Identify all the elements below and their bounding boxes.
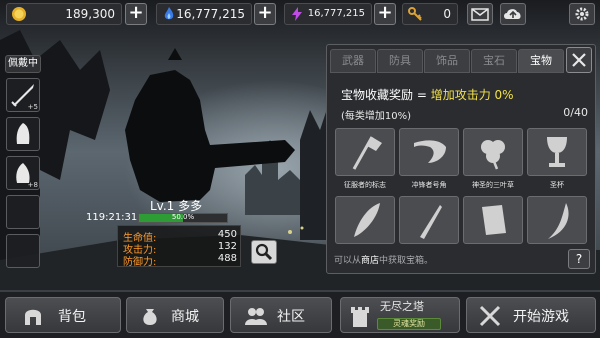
gem-amount: 16,777,215 (176, 7, 245, 21)
stat-attack: 攻击力: 132 (123, 241, 237, 256)
helmet-icon (25, 309, 41, 325)
clover-icon (481, 140, 505, 170)
mail-icon (471, 8, 489, 21)
community-label: 社区 (277, 309, 305, 325)
treasure-card[interactable] (399, 196, 459, 244)
treasure-name: 征服者的标志 (344, 181, 386, 189)
shop-link[interactable]: 商店 (361, 256, 379, 266)
add-energy-button[interactable]: + (374, 3, 396, 25)
community-button[interactable]: 社区 (230, 297, 332, 333)
soul-reward-badge: 灵魂奖励 (377, 318, 441, 330)
tab-accessory[interactable]: 饰品 (424, 49, 470, 73)
energy-amount: 16,777,215 (307, 8, 365, 19)
treasure-card[interactable] (527, 196, 587, 244)
weapon-enhance-level: +5 (27, 103, 38, 111)
treasure-card[interactable] (335, 196, 395, 244)
money-bag-icon (143, 309, 157, 325)
settings-button[interactable] (569, 3, 595, 25)
shop-hint: 可以从商店中获取宝箱。 (334, 253, 433, 266)
cloud-upload-icon (504, 9, 521, 19)
exp-bar: 50.0% (138, 213, 228, 223)
treasure-name: 冲锋者号角 (411, 181, 447, 189)
gear-icon (575, 7, 589, 21)
treasure-card[interactable] (463, 196, 523, 244)
hint-prefix: 可以从 (334, 256, 362, 266)
cloud-save-button[interactable] (500, 3, 526, 25)
stats-panel: 生命值: 450 攻击力: 132 防御力: 488 (117, 225, 241, 268)
gem-counter: 16,777,215 (156, 3, 252, 25)
crossed-swords-icon (479, 305, 501, 327)
gold-counter: 189,300 (6, 3, 122, 25)
start-game-button[interactable]: 开始游戏 (466, 297, 596, 333)
gold-amount: 189,300 (65, 7, 115, 21)
bag-button[interactable]: 背包 (5, 297, 121, 333)
stat-value: 488 (217, 253, 237, 264)
stat-label: 防御力: (123, 257, 157, 268)
scroll-icon (482, 205, 506, 235)
stat-value: 450 (217, 229, 237, 240)
equip-slot-empty-1[interactable] (6, 195, 40, 229)
chalice-icon (547, 137, 567, 167)
collection-reward-label: 宝物收藏奖励 = (341, 88, 427, 102)
fang-icon (548, 203, 569, 239)
key-amount: 0 (443, 7, 451, 21)
close-icon (572, 53, 586, 67)
tower-icon (351, 307, 369, 327)
energy-timer: 119:21:31 (86, 212, 138, 223)
tab-weapon[interactable]: 武器 (330, 49, 376, 73)
mail-button[interactable] (467, 3, 493, 25)
accessory-enhance-level: +8 (27, 181, 38, 189)
tab-gem[interactable]: 宝石 (471, 49, 517, 73)
wearing-label: 佩戴中 (5, 55, 41, 73)
endless-tower-label: 无尽之塔 (380, 300, 424, 313)
horn-icon (414, 140, 446, 163)
armor-icon (16, 123, 30, 144)
feather-icon (354, 203, 380, 237)
help-button[interactable]: ? (568, 249, 590, 269)
collection-reward-bonus: 增加攻击力 0% (430, 88, 514, 102)
bag-label: 背包 (58, 309, 86, 325)
lightning-icon (292, 7, 302, 21)
exp-percent-text: 50.0% (171, 213, 195, 221)
tab-treasure[interactable]: 宝物 (518, 49, 564, 73)
banner-staff-icon (352, 136, 382, 170)
equip-slot-armor[interactable] (6, 117, 40, 151)
treasure-name: 神圣的三叶草 (472, 181, 514, 189)
treasure-card[interactable] (463, 128, 523, 176)
equip-slot-empty-2[interactable] (6, 234, 40, 268)
shop-label: 商城 (171, 309, 199, 325)
energy-counter: 16,777,215 (284, 3, 372, 25)
hint-suffix: 中获取宝箱。 (379, 256, 434, 266)
tab-armor[interactable]: 防具 (377, 49, 423, 73)
equip-slot-weapon[interactable]: +5 (6, 78, 40, 112)
key-counter: 0 (402, 3, 458, 25)
collection-reward-title: 宝物收藏奖励 = 增加攻击力 0% (341, 86, 514, 103)
shop-button[interactable]: 商城 (126, 297, 224, 333)
gold-coin-icon (12, 7, 26, 21)
dagger-icon (420, 205, 442, 239)
start-game-label: 开始游戏 (513, 309, 569, 325)
treasure-card[interactable] (399, 128, 459, 176)
magnifier-icon (255, 243, 273, 261)
community-icon (245, 308, 267, 325)
treasure-card[interactable] (335, 128, 395, 176)
inspect-button[interactable] (251, 240, 277, 264)
collection-count: 0/40 (563, 106, 588, 119)
add-gold-button[interactable]: + (125, 3, 147, 25)
stat-hp: 生命值: 450 (123, 229, 237, 244)
add-gem-button[interactable]: + (254, 3, 276, 25)
treasure-name: 圣杯 (550, 181, 564, 189)
key-icon (408, 7, 422, 21)
stat-defense: 防御力: 488 (123, 253, 237, 268)
stat-value: 132 (217, 241, 237, 252)
close-button[interactable] (566, 47, 592, 73)
blue-flame-icon (164, 7, 174, 20)
treasure-card[interactable] (527, 128, 587, 176)
equip-slot-accessory[interactable]: +8 (6, 156, 40, 190)
player-level-name: Lv.1 多多 (150, 199, 203, 213)
collection-reward-subtitle: (每类增加10%) (341, 111, 412, 122)
